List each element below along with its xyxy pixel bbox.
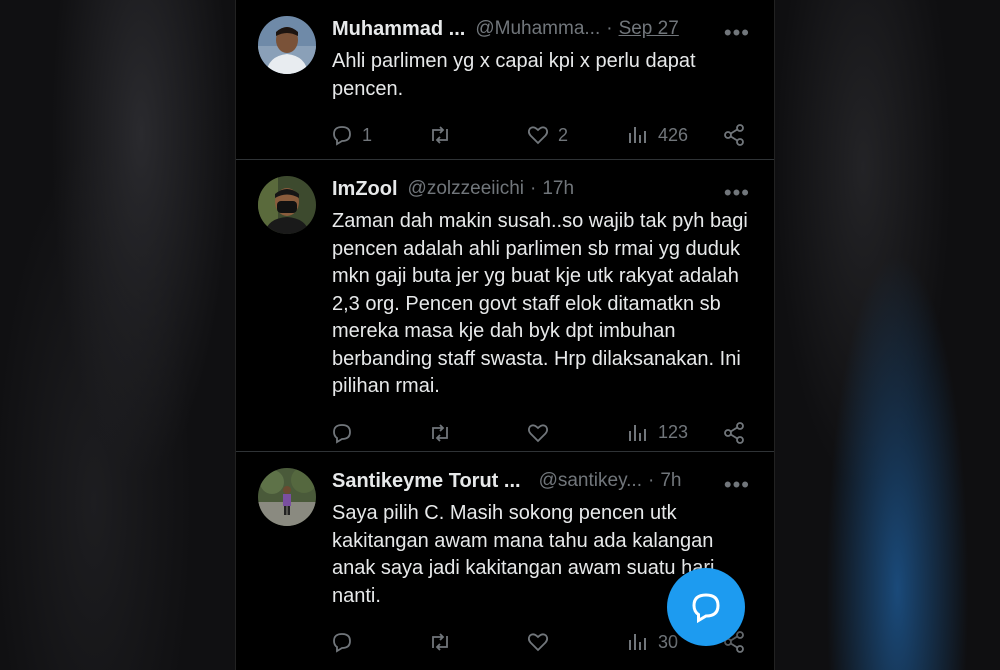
- retweet-button[interactable]: [428, 630, 460, 654]
- compose-message-button[interactable]: [667, 568, 745, 646]
- reply-icon: [333, 423, 351, 444]
- retweet-icon: [432, 423, 448, 442]
- like-button[interactable]: [526, 630, 558, 654]
- like-button[interactable]: [526, 421, 558, 445]
- avatar[interactable]: [258, 468, 316, 526]
- heart-icon: [527, 126, 549, 145]
- tweet-card[interactable]: ImZool @zolzzeeiichi · 17h ••• Zaman dah…: [236, 160, 774, 452]
- more-options-icon[interactable]: •••: [724, 180, 750, 206]
- reply-button[interactable]: [330, 421, 362, 445]
- background-right: [772, 0, 1000, 670]
- view-count: 123: [658, 422, 689, 442]
- share-icon: [724, 124, 744, 146]
- share-icon: [724, 421, 744, 444]
- views-icon: [629, 127, 646, 143]
- views-icon: [629, 634, 646, 650]
- author-name[interactable]: ImZool: [332, 178, 398, 201]
- author-handle[interactable]: @zolzzeeiichi: [408, 178, 524, 200]
- retweet-button[interactable]: [428, 123, 460, 147]
- separator-dot: ·: [530, 178, 537, 199]
- views-button[interactable]: 426: [626, 123, 688, 147]
- separator-dot: ·: [606, 18, 613, 39]
- like-count: 2: [558, 124, 569, 145]
- views-button[interactable]: 30: [626, 630, 678, 654]
- view-count: 30: [658, 631, 679, 652]
- reply-button[interactable]: 1: [330, 123, 372, 147]
- timestamp[interactable]: 7h: [660, 470, 681, 492]
- action-bar: 123: [332, 419, 750, 447]
- author-handle[interactable]: @Muhamma...: [475, 18, 600, 40]
- more-options-icon[interactable]: •••: [724, 20, 750, 46]
- share-button[interactable]: [722, 123, 754, 147]
- reply-button[interactable]: [330, 630, 362, 654]
- like-button[interactable]: 2: [526, 123, 568, 147]
- share-button[interactable]: [722, 421, 754, 445]
- heart-icon: [527, 423, 549, 442]
- reply-count: 1: [362, 124, 373, 145]
- tweet-text: Zaman dah makin susah..so wajib tak pyh …: [332, 210, 748, 397]
- tweet-text: Ahli parlimen yg x capai kpi x perlu dap…: [332, 50, 696, 100]
- heart-icon: [527, 633, 549, 652]
- reply-icon: [333, 633, 351, 653]
- reply-icon: [333, 126, 351, 146]
- author-handle[interactable]: @santikey...: [539, 470, 642, 492]
- action-bar: 1 2 426: [332, 121, 750, 149]
- timestamp[interactable]: 17h: [542, 178, 574, 200]
- views-button[interactable]: 123: [626, 421, 688, 445]
- retweet-icon: [432, 633, 448, 651]
- views-icon: [629, 424, 646, 441]
- retweet-button[interactable]: [428, 421, 460, 445]
- author-name[interactable]: Santikeyme Torut ...: [332, 470, 521, 493]
- retweet-icon: [432, 126, 448, 144]
- view-count: 426: [658, 124, 689, 145]
- author-name[interactable]: Muhammad ...: [332, 18, 465, 41]
- background-left: [0, 0, 235, 670]
- chat-bubble-icon: [692, 593, 720, 624]
- timestamp[interactable]: Sep 27: [619, 18, 679, 40]
- avatar[interactable]: [258, 16, 316, 74]
- separator-dot: ·: [648, 470, 655, 491]
- tweet-card[interactable]: Muhammad ... @Muhamma... · Sep 27 ••• Ah…: [236, 0, 774, 160]
- avatar[interactable]: [258, 176, 316, 234]
- more-options-icon[interactable]: •••: [724, 472, 750, 498]
